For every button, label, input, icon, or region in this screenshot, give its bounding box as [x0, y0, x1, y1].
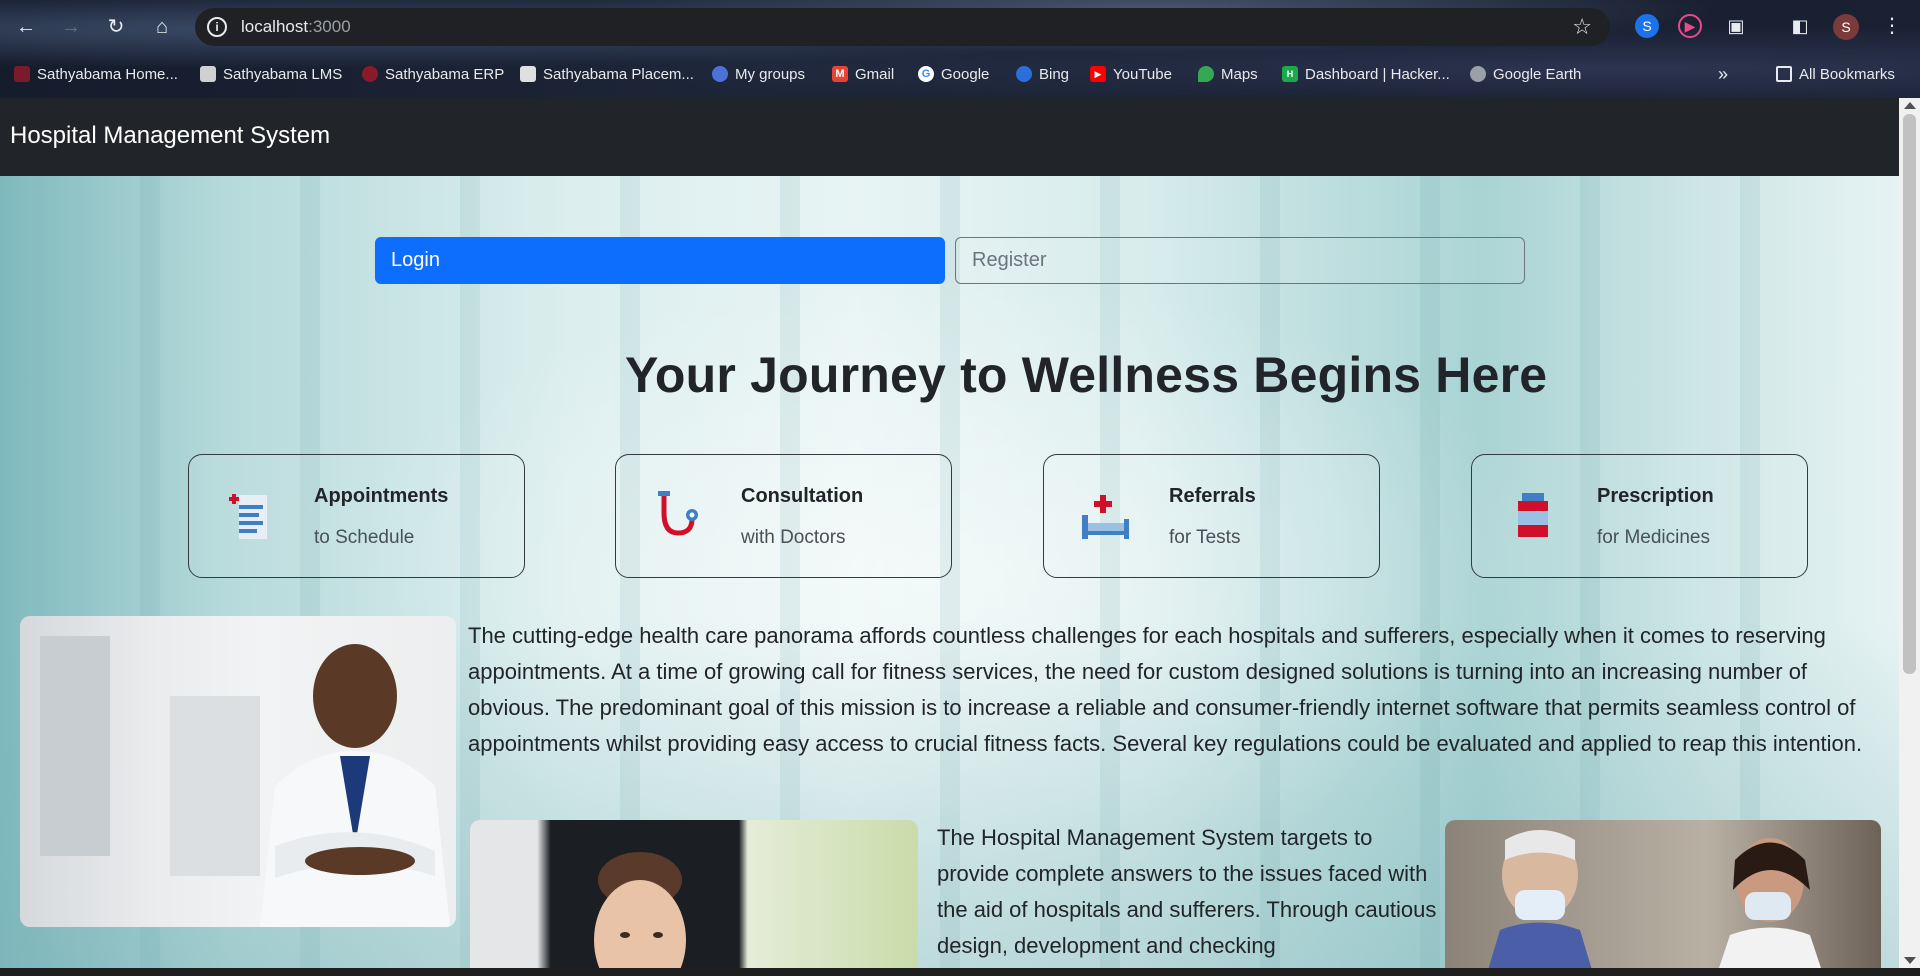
login-button[interactable]: Login: [375, 237, 945, 284]
bookmark-item[interactable]: Sathyabama ERP: [362, 62, 504, 86]
bookmark-item[interactable]: Maps: [1198, 62, 1258, 86]
patient-woman-photo: [470, 820, 918, 968]
sathyabama-icon: [14, 66, 30, 82]
profile-avatar[interactable]: S: [1833, 14, 1859, 40]
medicine-bottle-icon: [1518, 493, 1548, 537]
bing-icon: [1016, 66, 1032, 82]
folder-icon: [1776, 66, 1792, 82]
scroll-down-arrow-icon[interactable]: [1904, 957, 1916, 964]
bookmark-item[interactable]: H Dashboard | Hacker...: [1282, 62, 1450, 86]
scroll-up-arrow-icon[interactable]: [1904, 102, 1916, 109]
google-icon: G: [918, 66, 934, 82]
card-title: Referrals: [1169, 485, 1256, 507]
card-title: Consultation: [741, 485, 864, 507]
maps-icon: [1198, 66, 1214, 82]
card-appointments[interactable]: Appointments to Schedule: [188, 454, 525, 578]
address-bar[interactable]: i localhost:3000 ☆: [195, 8, 1610, 46]
page-scrollbar[interactable]: [1899, 98, 1920, 968]
card-subtitle: for Medicines: [1597, 527, 1710, 548]
bookmark-item[interactable]: G Google: [918, 62, 989, 86]
scrollbar-thumb[interactable]: [1903, 114, 1916, 674]
back-icon[interactable]: ←: [12, 13, 40, 41]
reload-icon[interactable]: ↻: [102, 13, 130, 41]
doctor-patient-photo: [1445, 820, 1881, 968]
doctor-illustration: [40, 636, 450, 927]
card-title: Appointments: [314, 485, 449, 507]
woman-illustration: [594, 852, 686, 968]
forward-icon[interactable]: →: [57, 13, 85, 41]
side-panel-icon[interactable]: ◧: [1788, 14, 1812, 38]
browser-chrome: ← → ↻ ⌂ i localhost:3000 ☆ S ▶ ▣ ◧ S ⋮ S…: [0, 0, 1920, 98]
youtube-icon: ▶: [1090, 66, 1106, 82]
intro-paragraph: The cutting-edge health care panorama af…: [468, 623, 1863, 756]
extensions-puzzle-icon[interactable]: ▣: [1724, 14, 1748, 38]
doctor-photo: [20, 616, 456, 927]
appointment-list-icon: [229, 494, 267, 539]
earth-icon: [1470, 66, 1486, 82]
bookmarks-bar: Sathyabama Home... Sathyabama LMS Sathya…: [0, 62, 1920, 86]
erp-icon: [362, 66, 378, 82]
lms-icon: [200, 66, 216, 82]
menu-kebab-icon[interactable]: ⋮: [1880, 14, 1904, 38]
bookmark-item[interactable]: Sathyabama LMS: [200, 62, 342, 86]
hackerrank-icon: H: [1282, 66, 1298, 82]
bookmark-item[interactable]: Bing: [1016, 62, 1069, 86]
bookmark-item[interactable]: My groups: [712, 62, 805, 86]
system-paragraph: The Hospital Management System targets t…: [937, 825, 1437, 958]
url-text[interactable]: localhost:3000: [241, 17, 351, 37]
card-referrals[interactable]: Referrals for Tests: [1043, 454, 1380, 578]
bookmark-item[interactable]: Sathyabama Home...: [14, 62, 178, 86]
groups-icon: [712, 66, 728, 82]
hospital-bed-icon: [1082, 495, 1129, 539]
card-prescription[interactable]: Prescription for Medicines: [1471, 454, 1808, 578]
card-subtitle: for Tests: [1169, 527, 1241, 548]
bookmark-item[interactable]: Google Earth: [1470, 62, 1581, 86]
all-bookmarks-folder[interactable]: All Bookmarks: [1776, 62, 1895, 86]
extension-play-icon[interactable]: ▶: [1678, 14, 1702, 38]
bookmark-star-icon[interactable]: ☆: [1572, 14, 1592, 40]
card-title: Prescription: [1597, 485, 1714, 507]
gmail-icon: M: [832, 66, 848, 82]
bookmark-item[interactable]: M Gmail: [832, 62, 894, 86]
bookmark-item[interactable]: Sathyabama Placem...: [520, 62, 694, 86]
card-subtitle: to Schedule: [314, 527, 415, 548]
bookmark-item[interactable]: ▶ YouTube: [1090, 62, 1172, 86]
more-bookmarks-chevron-icon[interactable]: »: [1718, 62, 1728, 86]
extension-shazam-icon[interactable]: S: [1635, 14, 1659, 38]
site-info-icon[interactable]: i: [207, 17, 227, 37]
card-subtitle: with Doctors: [741, 527, 846, 548]
consultation-illustration: [1488, 830, 1821, 968]
stethoscope-icon: [658, 491, 698, 536]
register-button[interactable]: Register: [955, 237, 1525, 284]
card-consultation[interactable]: Consultation with Doctors: [615, 454, 952, 578]
home-icon[interactable]: ⌂: [148, 13, 176, 41]
app-navbar: Hospital Management System: [0, 98, 1899, 176]
page-viewport: Hospital Management System Login Registe…: [0, 98, 1899, 968]
window-bottom-edge: [0, 968, 1920, 976]
brand-title[interactable]: Hospital Management System: [10, 122, 330, 150]
placement-icon: [520, 66, 536, 82]
